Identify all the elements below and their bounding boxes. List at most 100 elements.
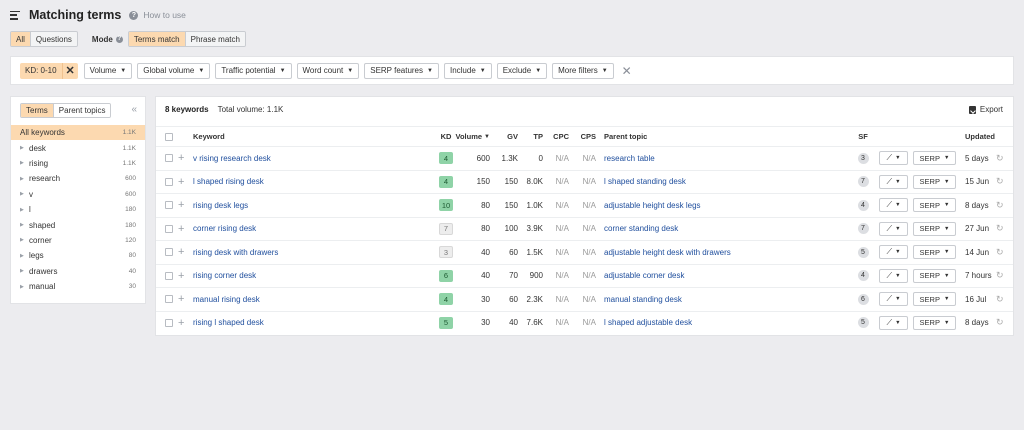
clear-filters-icon[interactable]: ✕ [622,64,632,78]
add-to-list-icon[interactable]: + [178,147,184,170]
col-tp[interactable]: TP [519,127,543,146]
serp-features-count[interactable]: 7 [857,176,869,188]
expand-icon[interactable]: ▶ [20,237,29,243]
tab-questions[interactable]: Questions [30,32,77,46]
row-checkbox[interactable] [165,224,173,233]
serp-dropdown[interactable]: SERP ▼ [913,198,956,213]
add-to-list-icon[interactable]: + [178,312,184,335]
trend-dropdown[interactable]: ⟋ ▼ [879,292,908,307]
serp-features-count[interactable]: 5 [857,317,869,329]
kd-filter-chip[interactable]: KD: 0-10 ✕ [20,62,78,79]
sidebar-item[interactable]: ▶ shaped 180 [11,217,145,232]
serp-features-filter[interactable]: SERP features ▼ [364,62,439,79]
expand-icon[interactable]: ▶ [20,160,29,166]
serp-features-count[interactable]: 6 [857,293,869,305]
col-sf[interactable]: SF [856,127,870,146]
tab-phrase-match[interactable]: Phrase match [185,32,245,46]
keyword-link[interactable]: rising l shaped desk [193,318,264,327]
traffic-potential-filter[interactable]: Traffic potential ▼ [215,62,292,79]
keyword-link[interactable]: manual rising desk [193,295,260,304]
parent-topic-link[interactable]: adjustable height desk legs [604,201,701,210]
sidebar-item[interactable]: ▶ desk 1.1K [11,140,145,155]
row-checkbox[interactable] [165,201,173,210]
col-kd[interactable]: KD [437,127,455,146]
exclude-filter[interactable]: Exclude ▼ [496,62,548,79]
parent-topic-link[interactable]: l shaped standing desk [604,177,686,186]
serp-dropdown[interactable]: SERP ▼ [913,174,956,189]
include-filter[interactable]: Include ▼ [443,62,492,79]
row-checkbox[interactable] [165,248,173,257]
row-checkbox[interactable] [165,154,173,163]
sidebar-item[interactable]: All keywords 1.1K [11,125,145,141]
expand-icon[interactable]: ▶ [20,222,29,228]
keyword-link[interactable]: rising desk legs [193,201,248,210]
serp-features-count[interactable]: 7 [857,223,869,235]
col-keyword[interactable]: Keyword [193,127,225,146]
col-gv[interactable]: GV [493,127,518,146]
parent-topic-link[interactable]: adjustable height desk with drawers [604,248,731,257]
help-icon[interactable]: ? [129,10,139,20]
parent-topic-link[interactable]: adjustable corner desk [604,271,685,280]
row-checkbox[interactable] [165,177,173,186]
keyword-link[interactable]: rising corner desk [193,271,256,280]
add-to-list-icon[interactable]: + [178,218,184,241]
trend-dropdown[interactable]: ⟋ ▼ [879,268,908,283]
col-cpc[interactable]: CPC [547,127,569,146]
expand-icon[interactable]: ▶ [20,207,29,213]
col-volume[interactable]: Volume ▼ [456,127,491,146]
tab-terms-match[interactable]: Terms match [128,32,186,46]
serp-features-count[interactable]: 5 [857,246,869,258]
trend-dropdown[interactable]: ⟋ ▼ [879,315,908,330]
serp-features-count[interactable]: 4 [857,199,869,211]
keyword-link[interactable]: v rising research desk [193,154,271,163]
parent-topic-link[interactable]: research table [604,154,655,163]
keyword-link[interactable]: corner rising desk [193,224,256,233]
col-parent-topic[interactable]: Parent topic [604,127,647,146]
sidebar-item[interactable]: ▶ corner 120 [11,233,145,248]
refresh-icon[interactable]: ↻ [996,265,1004,288]
trend-dropdown[interactable]: ⟋ ▼ [879,221,908,236]
parent-topic-link[interactable]: corner standing desk [604,224,678,233]
trend-dropdown[interactable]: ⟋ ▼ [879,198,908,213]
sidebar-item[interactable]: ▶ v 600 [11,187,145,202]
add-to-list-icon[interactable]: + [178,241,184,264]
global-volume-filter[interactable]: Global volume ▼ [137,62,211,79]
col-updated[interactable]: Updated [965,127,995,146]
expand-icon[interactable]: ▶ [20,191,29,197]
serp-features-count[interactable]: 3 [857,152,869,164]
keyword-link[interactable]: rising desk with drawers [193,248,278,257]
volume-filter[interactable]: Volume ▼ [83,62,133,79]
add-to-list-icon[interactable]: + [178,171,184,194]
remove-kd-filter-icon[interactable]: ✕ [61,62,78,79]
serp-dropdown[interactable]: SERP ▼ [913,268,956,283]
how-to-use-link[interactable]: How to use [143,10,186,20]
trend-dropdown[interactable]: ⟋ ▼ [879,174,908,189]
add-to-list-icon[interactable]: + [178,265,184,288]
mode-help-icon[interactable]: ? [115,35,123,43]
row-checkbox[interactable] [165,318,173,327]
sidebar-item[interactable]: ▶ rising 1.1K [11,156,145,171]
expand-icon[interactable]: ▶ [20,253,29,259]
add-to-list-icon[interactable]: + [178,288,184,311]
tab-terms[interactable]: Terms [21,104,54,117]
col-cps[interactable]: CPS [574,127,596,146]
serp-dropdown[interactable]: SERP ▼ [913,245,956,260]
menu-icon[interactable] [10,10,20,20]
more-filters-button[interactable]: More filters ▼ [552,62,614,79]
serp-dropdown[interactable]: SERP ▼ [913,292,956,307]
parent-topic-link[interactable]: manual standing desk [604,295,682,304]
sidebar-item[interactable]: ▶ drawers 40 [11,264,145,279]
refresh-icon[interactable]: ↻ [996,147,1004,170]
trend-dropdown[interactable]: ⟋ ▼ [879,151,908,166]
parent-topic-link[interactable]: l shaped adjustable desk [604,318,692,327]
sidebar-item[interactable]: ▶ research 600 [11,171,145,186]
refresh-icon[interactable]: ↻ [996,288,1004,311]
add-to-list-icon[interactable]: + [178,194,184,217]
expand-icon[interactable]: ▶ [20,284,29,290]
refresh-icon[interactable]: ↻ [996,171,1004,194]
sidebar-item[interactable]: ▶ l 180 [11,202,145,217]
keyword-link[interactable]: l shaped rising desk [193,177,264,186]
row-checkbox[interactable] [165,295,173,304]
refresh-icon[interactable]: ↻ [996,241,1004,264]
refresh-icon[interactable]: ↻ [996,218,1004,241]
